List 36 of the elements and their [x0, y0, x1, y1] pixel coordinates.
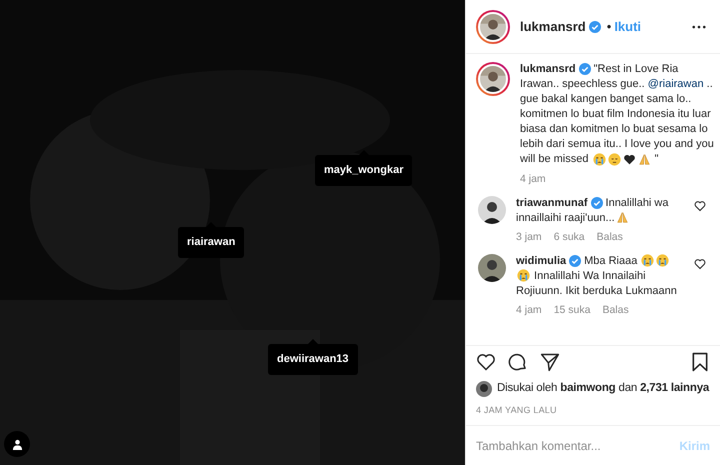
more-options-icon[interactable] [692, 24, 706, 28]
username-link[interactable]: lukmansrd [520, 63, 576, 75]
like-icon[interactable] [694, 258, 706, 270]
avatar[interactable] [478, 196, 506, 224]
timestamp: 4 jam [516, 302, 542, 318]
avatar[interactable] [476, 10, 510, 44]
comment-input-field[interactable]: Tambahkan komentar... [476, 436, 680, 454]
timestamp: 4 jam [520, 172, 547, 187]
avatar[interactable] [476, 380, 492, 397]
username-link[interactable]: triawanmunaf [516, 196, 588, 209]
mention-link[interactable]: @riairawan [648, 78, 704, 90]
sad-face-icon [608, 152, 621, 166]
avatar[interactable] [476, 62, 510, 96]
comment-text: triawanmunaf Innalillahi wa innaillaihi raaji'uun... [516, 196, 670, 226]
avatar[interactable] [478, 254, 506, 282]
username-link[interactable]: lukmansrd [520, 16, 586, 36]
crying-face-icon [641, 254, 654, 268]
username-link[interactable]: widimulia [516, 254, 566, 266]
separator-dot: • [606, 18, 612, 36]
share-icon[interactable] [540, 352, 560, 372]
like-icon[interactable] [694, 200, 706, 212]
crying-face-icon [656, 254, 670, 268]
bookmark-icon[interactable] [692, 352, 708, 372]
post-time: 4 JAM YANG LALU [476, 404, 558, 416]
person-icon [12, 438, 22, 450]
caption-text: lukmansrd "Rest in Love Ria Irawan.. speechless gue.. @riairawan .. gue bakal kangen banget sama lo.. komitmen lo buat film Indonesia itu luar biasa dan komitmen lo buat sesama lo lebih dari semua itu.. I love you and you will be missed " [520, 62, 714, 167]
heart-icon [622, 152, 636, 166]
likes-summary: Disukai oleh baimwong dan 2,731 lainnya [497, 381, 710, 396]
comment-icon[interactable] [508, 352, 528, 372]
like-icon[interactable] [476, 352, 496, 372]
username-link[interactable]: baimwong [560, 382, 616, 394]
crying-face-icon [517, 269, 530, 282]
timestamp: 3 jam [516, 230, 542, 245]
crying-face-icon [592, 152, 606, 166]
comment-text: widimulia Mba Riaaa Innalillahi Wa Innailaihi Rojiuunn. Ikit berduka Lukmaann [516, 254, 678, 298]
likes-link[interactable]: 2,731 lainnya [640, 382, 710, 394]
